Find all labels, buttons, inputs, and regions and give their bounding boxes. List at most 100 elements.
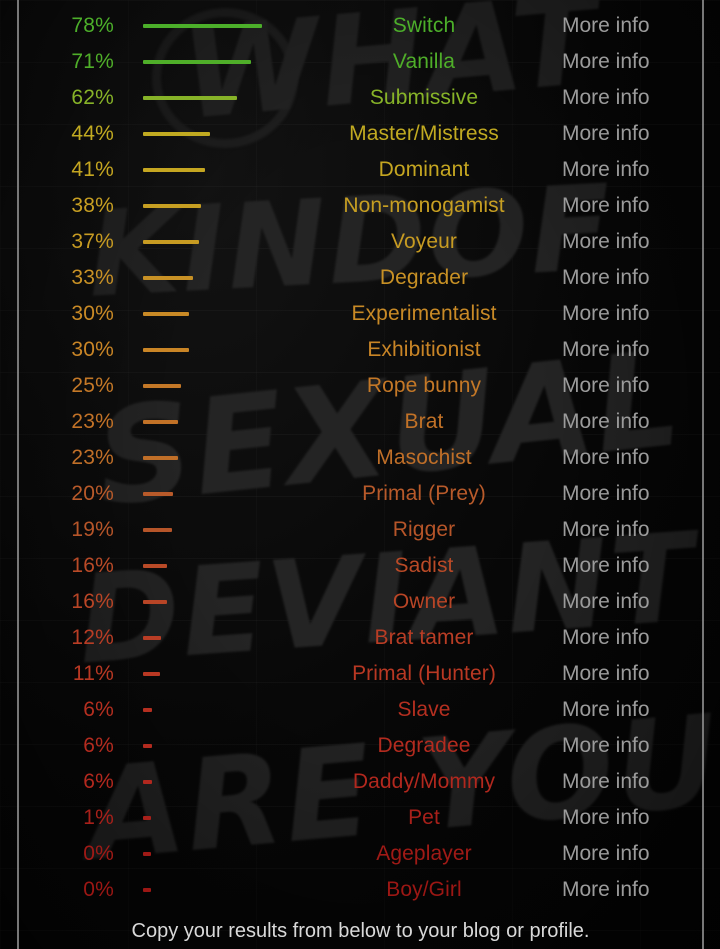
result-row: 25% Rope bunny More info [0, 368, 720, 404]
more-info-link[interactable]: More info [562, 518, 692, 542]
score-bar-fill [143, 636, 162, 640]
percent-value: 16% [71, 590, 114, 613]
result-label: Vanilla [392, 50, 456, 73]
more-info-link[interactable]: More info [562, 158, 692, 182]
result-label: Primal (Hunter) [352, 662, 496, 685]
score-bar-fill [143, 348, 189, 352]
percent-value: 6% [83, 770, 114, 793]
result-row: 0% Ageplayer More info [0, 836, 720, 872]
score-bar-fill [143, 708, 153, 712]
result-row: 16% Owner More info [0, 584, 720, 620]
result-label: Boy/Girl [386, 878, 462, 901]
more-info-link[interactable]: More info [562, 626, 692, 650]
score-bar-fill [143, 420, 178, 424]
more-info-link[interactable]: More info [562, 302, 692, 326]
percent-value: 30% [71, 302, 114, 325]
score-bar-track [143, 800, 273, 836]
score-bar-fill [143, 204, 201, 208]
more-info-link[interactable]: More info [562, 446, 692, 470]
result-row: 33% Degrader More info [0, 260, 720, 296]
result-row: 38% Non-monogamist More info [0, 188, 720, 224]
result-row: 20% Primal (Prey) More info [0, 476, 720, 512]
more-info-link[interactable]: More info [562, 338, 692, 362]
score-bar-track [143, 656, 273, 692]
score-bar-track [143, 728, 273, 764]
more-info-link[interactable]: More info [562, 770, 692, 794]
result-label: Pet [408, 806, 440, 829]
percent-value: 6% [83, 698, 114, 721]
score-bar-track [143, 296, 273, 332]
results-list: 78% Switch More info 71% Vanilla More info 62%… [0, 8, 720, 908]
result-row: 6% Slave More info [0, 692, 720, 728]
result-row: 19% Rigger More info [0, 512, 720, 548]
more-info-link[interactable]: More info [562, 554, 692, 578]
result-label: Daddy/Mommy [352, 770, 496, 793]
score-bar-track [143, 836, 273, 872]
result-label: Rigger [392, 518, 456, 541]
score-bar-track [143, 224, 273, 260]
score-bar-fill [143, 888, 151, 892]
more-info-link[interactable]: More info [562, 482, 692, 506]
result-row: 16% Sadist More info [0, 548, 720, 584]
result-label: Degrader [379, 266, 469, 289]
result-row: 41% Dominant More info [0, 152, 720, 188]
more-info-link[interactable]: More info [562, 266, 692, 290]
score-bar-fill [143, 852, 151, 856]
more-info-link[interactable]: More info [562, 194, 692, 218]
score-bar-track [143, 8, 273, 44]
result-label: Brat [404, 410, 444, 433]
score-bar-track [143, 332, 273, 368]
score-bar-track [143, 872, 273, 908]
score-bar-track [143, 152, 273, 188]
result-label: Rope bunny [366, 374, 482, 397]
more-info-link[interactable]: More info [562, 842, 692, 866]
more-info-link[interactable]: More info [562, 878, 692, 902]
result-label: Degradee [377, 734, 471, 757]
more-info-link[interactable]: More info [562, 50, 692, 74]
score-bar-track [143, 620, 273, 656]
score-bar-track [143, 44, 273, 80]
score-bar-track [143, 404, 273, 440]
more-info-link[interactable]: More info [562, 86, 692, 110]
score-bar-fill [143, 312, 189, 316]
percent-value: 25% [71, 374, 114, 397]
more-info-link[interactable]: More info [562, 122, 692, 146]
result-row: 71% Vanilla More info [0, 44, 720, 80]
more-info-link[interactable]: More info [562, 590, 692, 614]
percent-value: 0% [83, 842, 114, 865]
result-label: Slave [397, 698, 451, 721]
result-row: 62% Submissive More info [0, 80, 720, 116]
more-info-link[interactable]: More info [562, 14, 692, 38]
more-info-link[interactable]: More info [562, 698, 692, 722]
results-screen: WHAT KINDOF SEXUAL DEVIANT ARE YOU 78% Sw… [0, 0, 720, 949]
score-bar-track [143, 764, 273, 800]
percent-value: 30% [71, 338, 114, 361]
more-info-link[interactable]: More info [562, 374, 692, 398]
result-row: 12% Brat tamer More info [0, 620, 720, 656]
percent-value: 33% [71, 266, 114, 289]
result-label: Experimentalist [351, 302, 497, 325]
result-row: 37% Voyeur More info [0, 224, 720, 260]
result-row: 44% Master/Mistress More info [0, 116, 720, 152]
result-label: Exhibitionist [367, 338, 481, 361]
score-bar-track [143, 260, 273, 296]
result-row: 30% Experimentalist More info [0, 296, 720, 332]
result-row: 1% Pet More info [0, 800, 720, 836]
score-bar-track [143, 368, 273, 404]
result-row: 6% Daddy/Mommy More info [0, 764, 720, 800]
percent-value: 12% [71, 626, 114, 649]
more-info-link[interactable]: More info [562, 662, 692, 686]
more-info-link[interactable]: More info [562, 230, 692, 254]
percent-value: 37% [71, 230, 114, 253]
percent-value: 44% [71, 122, 114, 145]
percent-value: 16% [71, 554, 114, 577]
more-info-link[interactable]: More info [562, 410, 692, 434]
score-bar-track [143, 440, 273, 476]
more-info-link[interactable]: More info [562, 806, 692, 830]
result-row: 0% Boy/Girl More info [0, 872, 720, 908]
score-bar-fill [143, 276, 194, 280]
result-label: Voyeur [391, 230, 457, 253]
percent-value: 62% [71, 86, 114, 109]
result-label: Master/Mistress [349, 122, 499, 145]
more-info-link[interactable]: More info [562, 734, 692, 758]
